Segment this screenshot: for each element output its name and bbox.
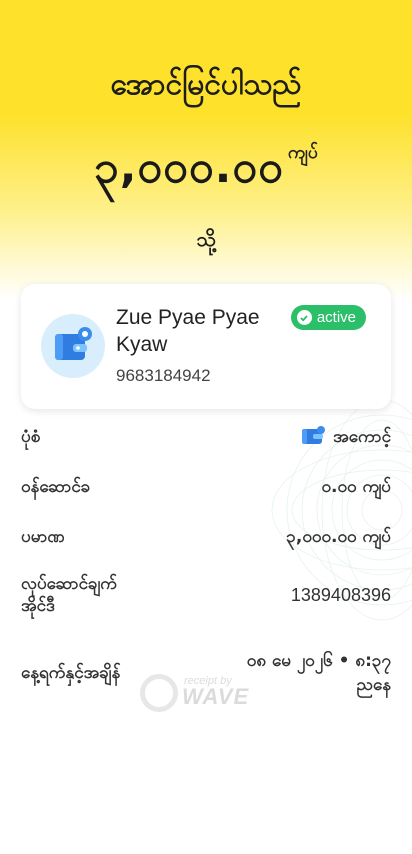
watermark-brand-text: WAVE — [182, 684, 250, 709]
transaction-id-label-line1: လုပ်ဆောင်ချက် — [21, 574, 117, 594]
wave-watermark: receipt by WAVE — [140, 672, 250, 712]
status-badge-label: active — [316, 309, 356, 326]
recipient-card: Zue Pyae Pyae Kyaw 9683184942 active — [21, 284, 391, 409]
type-label: ပုံစံ — [21, 427, 41, 447]
detail-row-type: ပုံစံ အကောင့် — [21, 425, 391, 449]
type-value: အကောင့် — [333, 427, 391, 447]
wallet-icon — [55, 327, 92, 360]
transaction-id-label: လုပ်ဆောင်ချက် အိုင်ဒီ — [21, 573, 117, 617]
datetime-value: ၀၈ မေ ၂၀၂၆ • ၈:၃၇ ညနေ — [247, 649, 391, 697]
transaction-id-label-line2: အိုင်ဒီ — [21, 596, 55, 616]
detail-row-transaction-id: လုပ်ဆောင်ချက် အိုင်ဒီ 1389408396 — [21, 573, 391, 617]
detail-row-amount: ပမာဏ ၃,၀၀၀.၀၀ ကျပ် — [21, 525, 391, 549]
check-icon — [296, 310, 312, 325]
detail-row-fee: ဝန်ဆောင်ခ ၀.၀၀ ကျပ် — [21, 475, 391, 499]
avatar — [41, 314, 105, 378]
datetime-label: နေ့ရက်နှင့်အချိန် — [21, 663, 121, 683]
type-value-wrap: အကောင့် — [301, 425, 391, 449]
datetime-value-line1: ၀၈ မေ ၂၀၂၆ • ၈:၃၇ — [246, 651, 391, 671]
fee-label: ဝန်ဆောင်ခ — [21, 477, 91, 497]
status-badge: active — [290, 305, 366, 330]
amount-label: ပမာဏ — [21, 527, 65, 547]
success-title: အောင်မြင်ပါသည် — [110, 67, 302, 102]
datetime-value-line2: ညနေ — [356, 675, 391, 695]
transaction-id-value: 1389408396 — [290, 585, 391, 605]
currency-label: ကျပ် — [287, 142, 319, 163]
wave-logo-icon — [140, 674, 178, 712]
recipient-phone: 9683184942 — [116, 366, 211, 385]
transfer-amount: ၃,၀၀၀.၀၀ — [93, 142, 284, 193]
fee-value: ၀.၀၀ ကျပ် — [321, 477, 391, 497]
amount-value: ၃,၀၀၀.၀၀ ကျပ် — [286, 527, 391, 547]
to-label: သို့ — [196, 227, 216, 251]
amount-display: ၃,၀၀၀.၀၀ ကျပ် — [0, 140, 412, 204]
account-wallet-icon — [302, 426, 326, 444]
recipient-name: Zue Pyae Pyae Kyaw — [116, 306, 260, 356]
